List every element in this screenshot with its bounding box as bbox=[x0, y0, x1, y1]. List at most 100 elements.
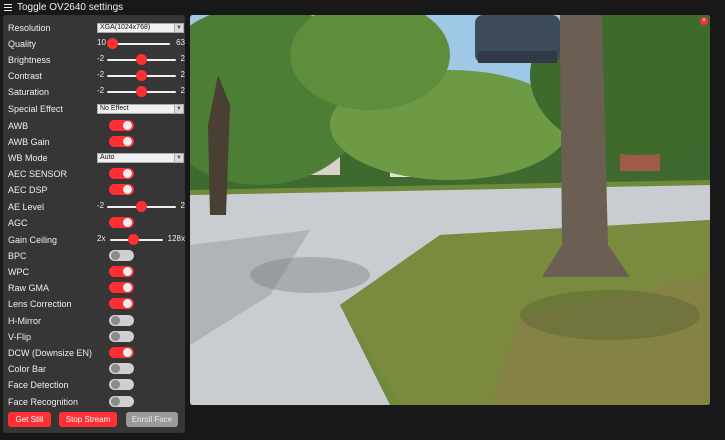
resolution-select[interactable]: XGA(1024x768) ▼ bbox=[97, 23, 184, 33]
awb-toggle[interactable] bbox=[109, 120, 134, 131]
contrast-max: 2 bbox=[180, 70, 185, 79]
gain-ceiling-label: Gain Ceiling bbox=[8, 234, 58, 245]
awb-gain-label: AWB Gain bbox=[8, 136, 50, 147]
lens-correction-row: Lens Correction bbox=[8, 296, 184, 311]
stop-stream-button[interactable]: Stop Stream bbox=[59, 412, 117, 427]
settings-panel: Resolution XGA(1024x768) ▼ Quality 10 63… bbox=[3, 15, 185, 433]
colorbar-label: Color Bar bbox=[8, 363, 47, 374]
wb-mode-select[interactable]: Auto ▼ bbox=[97, 153, 184, 163]
quality-thumb[interactable] bbox=[107, 38, 118, 49]
special-effect-value: No Effect bbox=[100, 105, 129, 112]
wb-mode-row: WB Mode Auto ▼ bbox=[8, 150, 184, 165]
wb-mode-label: WB Mode bbox=[8, 152, 48, 163]
raw-gma-toggle[interactable] bbox=[109, 282, 134, 293]
quality-row: Quality 10 63 bbox=[8, 36, 185, 51]
face-recognition-label: Face Recognition bbox=[8, 396, 79, 407]
face-detection-toggle[interactable] bbox=[109, 379, 134, 390]
camera-stream-image bbox=[190, 15, 710, 405]
get-still-button[interactable]: Get Still bbox=[8, 412, 51, 427]
agc-label: AGC bbox=[8, 217, 28, 228]
quality-max: 63 bbox=[176, 38, 185, 47]
contrast-slider[interactable]: -2 2 bbox=[97, 68, 185, 83]
aec-sensor-label: AEC SENSOR bbox=[8, 168, 68, 179]
face-recognition-toggle[interactable] bbox=[109, 396, 134, 407]
contrast-thumb[interactable] bbox=[136, 70, 147, 81]
contrast-min: -2 bbox=[97, 70, 105, 79]
agc-toggle[interactable] bbox=[109, 217, 134, 228]
aec-sensor-toggle[interactable] bbox=[109, 168, 134, 179]
aec-dsp-toggle[interactable] bbox=[109, 184, 134, 195]
colorbar-toggle[interactable] bbox=[109, 363, 134, 374]
awb-row: AWB bbox=[8, 118, 184, 133]
ae-level-thumb[interactable] bbox=[136, 201, 147, 212]
ae-level-min: -2 bbox=[97, 201, 105, 210]
quality-slider[interactable]: 10 63 bbox=[97, 36, 185, 51]
face-recognition-row: Face Recognition bbox=[8, 394, 184, 409]
saturation-label: Saturation bbox=[8, 86, 50, 97]
saturation-min: -2 bbox=[97, 86, 105, 95]
hmirror-row: H-Mirror bbox=[8, 313, 184, 328]
contrast-row: Contrast -2 2 bbox=[8, 68, 185, 83]
dcw-row: DCW (Downsize EN) bbox=[8, 345, 184, 360]
wpc-label: WPC bbox=[8, 266, 29, 277]
lens-correction-toggle[interactable] bbox=[109, 298, 134, 309]
raw-gma-label: Raw GMA bbox=[8, 282, 50, 293]
vflip-toggle[interactable] bbox=[109, 331, 134, 342]
special-effect-select[interactable]: No Effect ▼ bbox=[97, 104, 184, 114]
quality-label: Quality bbox=[8, 38, 37, 49]
face-detection-row: Face Detection bbox=[8, 377, 184, 392]
header[interactable]: Toggle OV2640 settings bbox=[0, 0, 725, 14]
ae-level-label: AE Level bbox=[8, 201, 45, 212]
resolution-row: Resolution XGA(1024x768) ▼ bbox=[8, 20, 184, 35]
gain-ceiling-slider[interactable]: 2x 128x bbox=[97, 232, 185, 247]
hmirror-label: H-Mirror bbox=[8, 315, 41, 326]
close-icon[interactable]: × bbox=[700, 17, 708, 25]
bpc-toggle[interactable] bbox=[109, 250, 134, 261]
gain-ceiling-thumb[interactable] bbox=[128, 234, 139, 245]
contrast-label: Contrast bbox=[8, 70, 43, 81]
hamburger-menu-icon[interactable] bbox=[4, 3, 12, 11]
chevron-down-icon: ▼ bbox=[174, 24, 183, 32]
brightness-min: -2 bbox=[97, 54, 105, 63]
agc-row: AGC bbox=[8, 215, 184, 230]
brightness-slider[interactable]: -2 2 bbox=[97, 52, 185, 67]
resolution-label: Resolution bbox=[8, 22, 51, 33]
chevron-down-icon: ▼ bbox=[174, 105, 183, 113]
saturation-slider[interactable]: -2 2 bbox=[97, 84, 185, 99]
bpc-label: BPC bbox=[8, 250, 27, 261]
quality-track bbox=[110, 43, 170, 45]
ae-level-max: 2 bbox=[180, 201, 185, 210]
saturation-thumb[interactable] bbox=[136, 86, 147, 97]
colorbar-row: Color Bar bbox=[8, 361, 184, 376]
resolution-value: XGA(1024x768) bbox=[100, 24, 151, 31]
wb-mode-value: Auto bbox=[100, 154, 115, 161]
camera-stream: × bbox=[190, 15, 710, 405]
aec-dsp-label: AEC DSP bbox=[8, 184, 48, 195]
bpc-row: BPC bbox=[8, 248, 184, 263]
chevron-down-icon: ▼ bbox=[174, 154, 183, 162]
awb-gain-toggle[interactable] bbox=[109, 136, 134, 147]
gain-ceiling-min: 2x bbox=[97, 234, 106, 243]
aec-sensor-row: AEC SENSOR bbox=[8, 166, 184, 181]
dcw-toggle[interactable] bbox=[109, 347, 134, 358]
special-effect-label: Special Effect bbox=[8, 103, 63, 114]
vflip-label: V-Flip bbox=[8, 331, 32, 342]
ae-level-row: AE Level -2 2 bbox=[8, 199, 185, 214]
enroll-face-button[interactable]: Enroll Face bbox=[126, 412, 178, 427]
wpc-row: WPC bbox=[8, 264, 184, 279]
brightness-max: 2 bbox=[180, 54, 185, 63]
saturation-row: Saturation -2 2 bbox=[8, 84, 185, 99]
brightness-thumb[interactable] bbox=[136, 54, 147, 65]
hmirror-toggle[interactable] bbox=[109, 315, 134, 326]
gain-ceiling-row: Gain Ceiling 2x 128x bbox=[8, 232, 185, 247]
saturation-max: 2 bbox=[180, 86, 185, 95]
special-effect-row: Special Effect No Effect ▼ bbox=[8, 101, 184, 116]
wpc-toggle[interactable] bbox=[109, 266, 134, 277]
raw-gma-row: Raw GMA bbox=[8, 280, 184, 295]
header-title[interactable]: Toggle OV2640 settings bbox=[17, 2, 123, 13]
brightness-label: Brightness bbox=[8, 54, 51, 65]
ae-level-slider[interactable]: -2 2 bbox=[97, 199, 185, 214]
aec-dsp-row: AEC DSP bbox=[8, 182, 184, 197]
lens-correction-label: Lens Correction bbox=[8, 298, 72, 309]
brightness-row: Brightness -2 2 bbox=[8, 52, 185, 67]
